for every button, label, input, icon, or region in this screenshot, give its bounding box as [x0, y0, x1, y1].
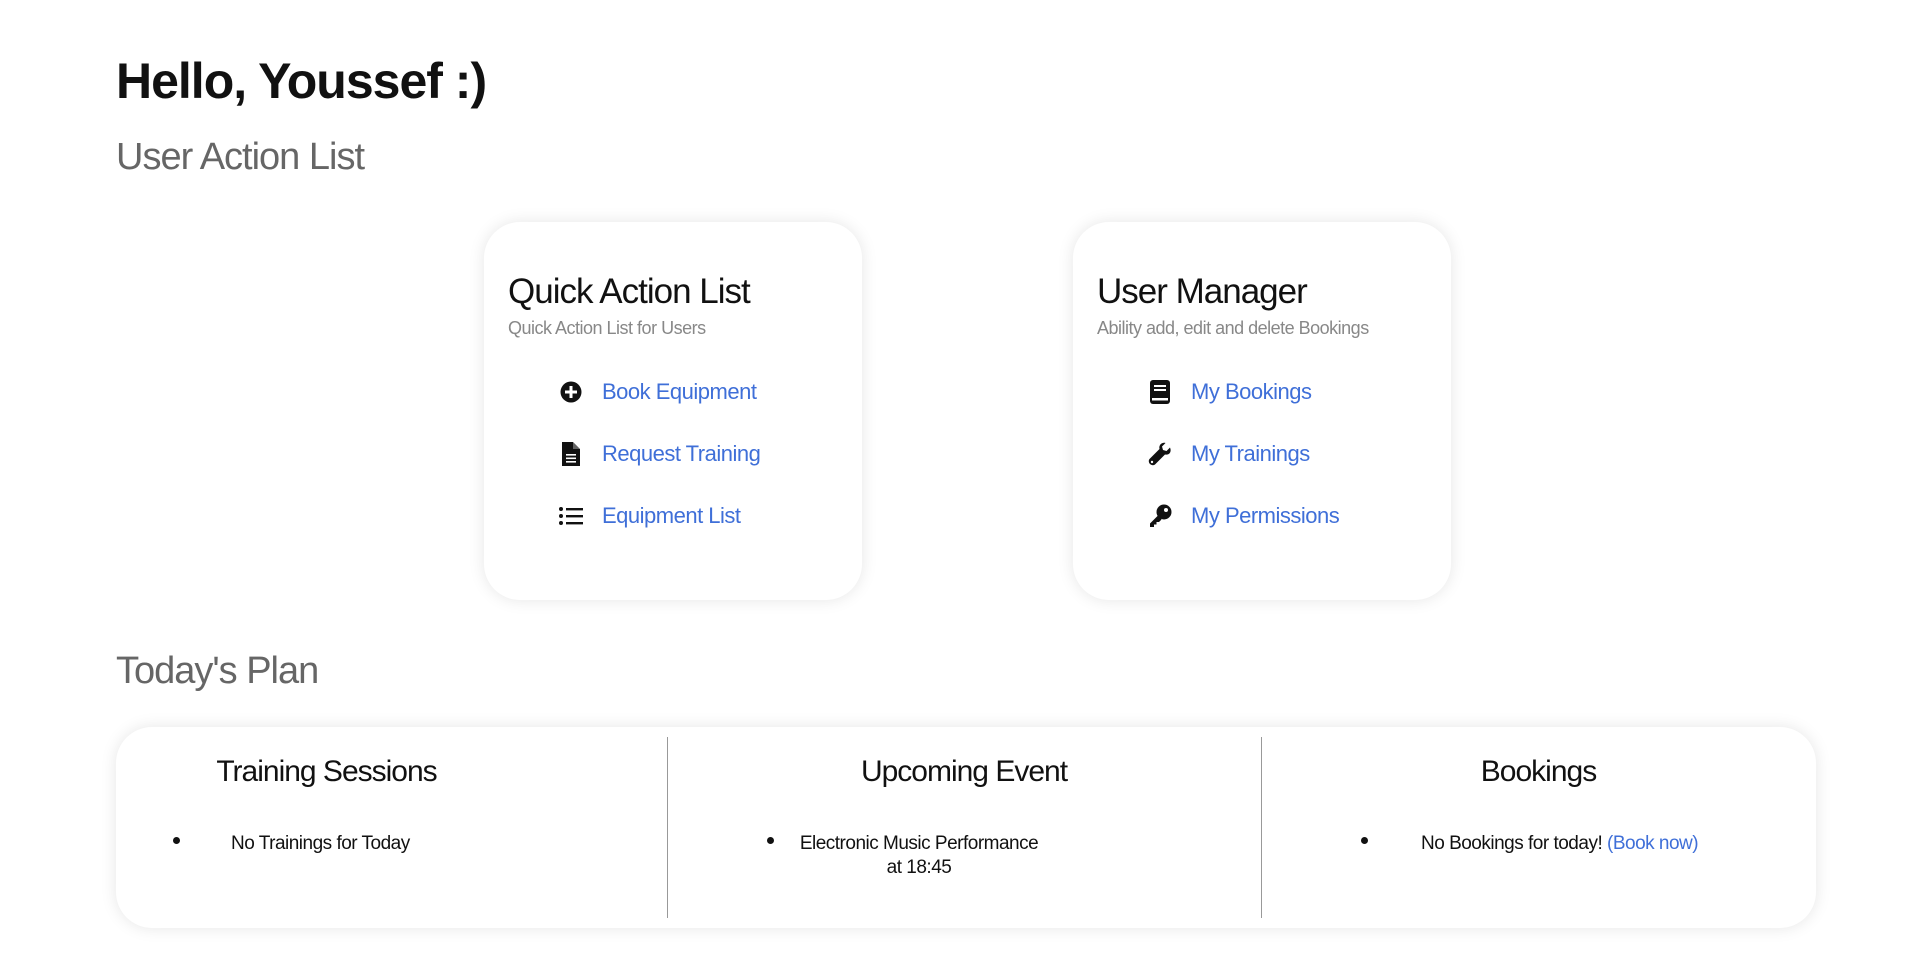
training-sessions-column: Training Sessions No Trainings for Today — [116, 727, 667, 928]
list-item: My Trainings — [1147, 423, 1427, 485]
user-manager-list: My Bookings My Trainings My Permissions — [1097, 361, 1427, 547]
my-trainings-link[interactable]: My Trainings — [1191, 441, 1310, 467]
bullet — [173, 837, 180, 844]
plus-circle-icon — [558, 379, 584, 405]
equipment-list-link[interactable]: Equipment List — [602, 503, 741, 529]
bookings-empty-text: No Bookings for today! — [1421, 833, 1603, 854]
file-text-icon — [558, 441, 584, 467]
upcoming-event-item: Electronic Music Performance at 18:45 — [794, 832, 1044, 880]
wrench-icon — [1147, 441, 1173, 467]
user-manager-title: User Manager — [1097, 272, 1308, 311]
quick-action-card: Quick Action List Quick Action List for … — [484, 222, 862, 600]
request-training-link[interactable]: Request Training — [602, 441, 761, 467]
list-item: My Permissions — [1147, 485, 1427, 547]
user-action-list-heading: User Action List — [116, 136, 365, 178]
bookings-item: No Bookings for today! (Book now) — [1421, 832, 1699, 856]
bullet — [1361, 837, 1368, 844]
book-icon — [1147, 379, 1173, 405]
bullet — [767, 837, 774, 844]
bookings-column: Bookings No Bookings for today! (Book no… — [1261, 727, 1816, 928]
list-item: Equipment List — [558, 485, 838, 547]
training-sessions-title: Training Sessions — [216, 755, 437, 788]
todays-plan-heading: Today's Plan — [116, 650, 319, 692]
list-item: Request Training — [558, 423, 838, 485]
training-sessions-item: No Trainings for Today — [231, 833, 410, 854]
list-icon — [558, 503, 584, 529]
event-name: Electronic Music Performance — [799, 833, 1039, 854]
upcoming-event-title: Upcoming Event — [860, 755, 1068, 788]
dashboard-page: Hello, Youssef :) User Action List Quick… — [0, 0, 1920, 970]
list-item: Book Equipment — [558, 361, 838, 423]
my-bookings-link[interactable]: My Bookings — [1191, 379, 1312, 405]
my-permissions-link[interactable]: My Permissions — [1191, 503, 1340, 529]
upcoming-event-column: Upcoming Event Electronic Music Performa… — [667, 727, 1261, 928]
book-equipment-link[interactable]: Book Equipment — [602, 379, 757, 405]
user-manager-subtitle: Ability add, edit and delete Bookings — [1097, 318, 1369, 338]
quick-action-title: Quick Action List — [508, 272, 751, 311]
bookings-title: Bookings — [1480, 755, 1597, 788]
greeting-title: Hello, Youssef :) — [116, 53, 487, 109]
todays-plan-panel: Training Sessions No Trainings for Today… — [116, 727, 1816, 928]
quick-action-list: Book Equipment Request Training Equipmen… — [508, 361, 838, 547]
event-time: at 18:45 — [886, 857, 952, 878]
book-now-link[interactable]: (Book now) — [1607, 833, 1699, 854]
key-icon — [1147, 503, 1173, 529]
list-item: My Bookings — [1147, 361, 1427, 423]
quick-action-subtitle: Quick Action List for Users — [508, 318, 706, 338]
user-manager-card: User Manager Ability add, edit and delet… — [1073, 222, 1451, 600]
